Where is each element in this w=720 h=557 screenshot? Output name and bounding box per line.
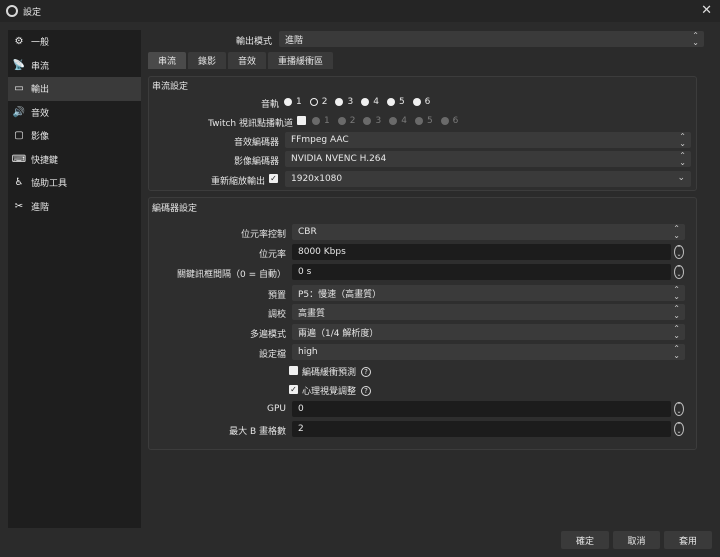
multipass-label: 多遍模式 — [249, 330, 286, 340]
keyboard-icon: ⌨ — [11, 153, 27, 165]
profile-label: 設定檔 — [258, 350, 286, 360]
apply-button[interactable]: 套用 — [664, 531, 712, 549]
twitch-radio-1[interactable] — [312, 117, 320, 125]
gpu-input[interactable]: 0 — [292, 401, 671, 417]
output-tabs: 串流 錄影 音效 重播緩衝區 — [148, 52, 335, 69]
chevron-down-icon: ⌄ — [677, 173, 685, 183]
antenna-icon: 📡 — [12, 59, 26, 71]
audio-encoder-label: 音效編碼器 — [233, 138, 279, 148]
sidebar-item-stream[interactable]: 📡 串流 — [8, 54, 141, 78]
twitch-track-radios: 1 2 3 4 5 6 — [312, 116, 466, 126]
bitrate-input[interactable]: 8000 Kbps — [292, 244, 671, 260]
profile-select[interactable]: high ⌃ ⌄ — [292, 344, 685, 360]
tuning-select[interactable]: 高畫質 ⌃ ⌄ — [292, 304, 685, 320]
track-radio-6[interactable] — [412, 98, 421, 106]
help-icon[interactable]: ? — [361, 366, 372, 377]
output-mode-label: 輸出模式 — [235, 37, 272, 47]
updown-chevron-icon: ⌃ ⌄ — [673, 304, 680, 320]
keyframe-interval-stepper[interactable]: ⌃ ⌄ — [673, 264, 685, 280]
output-mode-select[interactable]: 進階 ⌃ ⌄ — [279, 31, 704, 47]
tools-icon: ✂ — [14, 200, 24, 212]
sidebar-item-video[interactable]: ▢ 影像 — [8, 124, 141, 148]
window-title: 設定 — [23, 7, 42, 18]
video-encoder-select[interactable]: NVIDIA NVENC H.264 ⌃ ⌄ — [285, 151, 691, 167]
speaker-icon: 🔊 — [12, 106, 26, 118]
track-radio-1[interactable] — [284, 98, 292, 106]
keyframe-interval-label: 關鍵訊框間隔（0 = 自動） — [177, 270, 286, 280]
audio-track-radios: 1 2 3 4 5 6 — [284, 97, 438, 107]
obs-logo-icon — [6, 5, 18, 17]
track-radio-3[interactable] — [335, 98, 344, 106]
lookahead-label: 編碼緩衝預測 — [302, 368, 357, 378]
psycho-visual-label-row: 心理視覺調整 ? — [302, 384, 372, 397]
updown-chevron-icon: ⌃ ⌄ — [673, 324, 680, 340]
encoder-settings-title: 編碼器設定 — [152, 204, 198, 214]
rate-control-label: 位元率控制 — [240, 230, 286, 240]
sidebar-item-audio[interactable]: 🔊 音效 — [8, 101, 141, 125]
bitrate-label: 位元率 — [258, 250, 286, 260]
track-radio-5[interactable] — [386, 98, 395, 106]
rescale-resolution-combo[interactable]: 1920x1080 ⌄ — [285, 171, 691, 187]
tab-recording[interactable]: 錄影 — [188, 52, 227, 69]
tab-audio[interactable]: 音效 — [228, 52, 267, 69]
audio-encoder-select[interactable]: FFmpeg AAC ⌃ ⌄ — [285, 132, 691, 148]
updown-chevron-icon: ⌃ ⌄ — [692, 31, 699, 47]
twitch-radio-4[interactable] — [389, 117, 398, 125]
rescale-output-checkbox[interactable]: ✓ — [269, 174, 278, 183]
output-icon: ▭ — [14, 83, 24, 95]
twitch-radio-5[interactable] — [414, 117, 423, 125]
twitch-track-checkbox[interactable] — [297, 116, 306, 125]
accessibility-icon: ♿ — [14, 177, 24, 189]
twitch-radio-6[interactable] — [440, 117, 449, 125]
close-icon[interactable]: ✕ — [701, 3, 712, 18]
max-bframes-stepper[interactable]: ⌃ ⌄ — [673, 421, 685, 437]
max-bframes-input[interactable]: 2 — [292, 421, 671, 437]
gpu-stepper[interactable]: ⌃ ⌄ — [673, 401, 685, 417]
title-bar: 設定 ✕ — [0, 0, 720, 22]
help-icon[interactable]: ? — [361, 385, 372, 396]
monitor-icon: ▢ — [14, 130, 24, 142]
updown-chevron-icon: ⌃ ⌄ — [673, 285, 680, 301]
bitrate-stepper[interactable]: ⌃ ⌄ — [673, 244, 685, 260]
cancel-button[interactable]: 取消 — [613, 531, 660, 549]
updown-chevron-icon: ⌃ ⌄ — [679, 132, 686, 148]
rate-control-select[interactable]: CBR ⌃ ⌄ — [292, 224, 685, 240]
sidebar-item-advanced[interactable]: ✂ 進階 — [8, 195, 141, 219]
sidebar-item-output[interactable]: ▭ 輸出 — [8, 77, 141, 101]
max-bframes-label: 最大 B 畫格數 — [229, 427, 286, 437]
track-radio-4[interactable] — [361, 98, 370, 106]
streaming-settings-title: 串流設定 — [152, 82, 189, 92]
audio-track-label: 音軌 — [260, 100, 279, 110]
multipass-select[interactable]: 兩遍（1/4 解析度） ⌃ ⌄ — [292, 324, 685, 340]
updown-chevron-icon: ⌃ ⌄ — [673, 344, 680, 360]
track-radio-2[interactable] — [309, 98, 318, 106]
lookahead-label-row: 編碼緩衝預測 ? — [302, 365, 372, 378]
sidebar-item-hotkeys[interactable]: ⌨ 快捷鍵 — [8, 148, 141, 172]
updown-chevron-icon: ⌃ ⌄ — [673, 224, 680, 240]
tuning-label: 調校 — [267, 310, 286, 320]
psycho-visual-checkbox[interactable]: ✓ — [289, 385, 298, 394]
gpu-label: GPU — [267, 404, 286, 414]
twitch-radio-2[interactable] — [337, 117, 346, 125]
keyframe-interval-input[interactable]: 0 s — [292, 264, 671, 280]
updown-chevron-icon: ⌃ ⌄ — [679, 151, 686, 167]
tab-replay-buffer[interactable]: 重播緩衝區 — [268, 52, 334, 69]
twitch-track-label: Twitch 視訊點播軌道 — [208, 119, 293, 129]
tab-streaming[interactable]: 串流 — [148, 52, 187, 69]
ok-button[interactable]: 確定 — [561, 531, 609, 549]
psycho-visual-label: 心理視覺調整 — [302, 387, 357, 397]
sidebar-item-general[interactable]: ⚙ 一般 — [8, 30, 141, 54]
gear-icon: ⚙ — [14, 36, 24, 48]
rescale-output-label: 重新縮放輸出 — [210, 177, 265, 187]
video-encoder-label: 影像編碼器 — [233, 157, 279, 167]
preset-label: 預置 — [267, 291, 286, 301]
sidebar-item-accessibility[interactable]: ♿ 協助工具 — [8, 171, 141, 195]
twitch-radio-3[interactable] — [363, 117, 372, 125]
preset-select[interactable]: P5：慢速（高畫質） ⌃ ⌄ — [292, 285, 685, 301]
sidebar: ⚙ 一般 📡 串流 ▭ 輸出 🔊 音效 ▢ 影像 ⌨ 快捷鍵 ♿ 協助工具 ✂ 進階 — [8, 30, 141, 528]
lookahead-checkbox[interactable] — [289, 366, 298, 375]
